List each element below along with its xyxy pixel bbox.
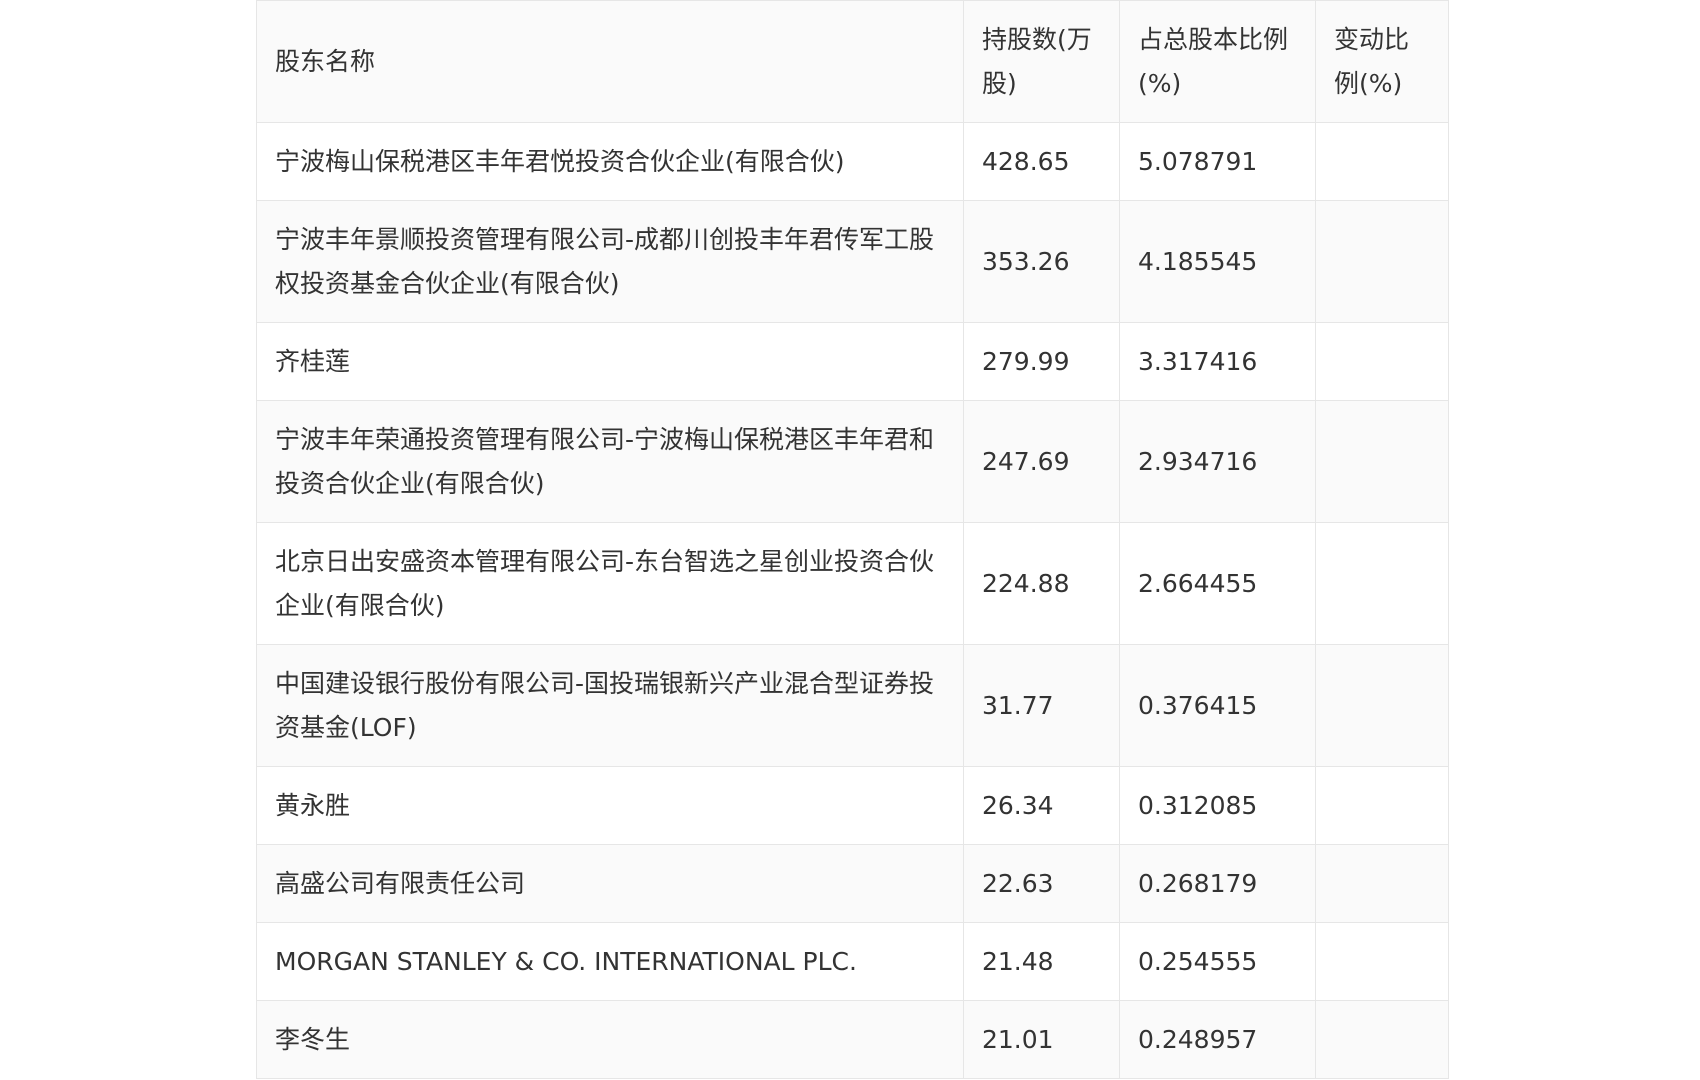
cell-shareholder-name: 中国建设银行股份有限公司-国投瑞银新兴产业混合型证券投资基金(LOF): [256, 644, 964, 767]
table-row: 宁波丰年景顺投资管理有限公司-成都川创投丰年君传军工股权投资基金合伙企业(有限合…: [256, 200, 1449, 323]
cell-change-ratio: [1315, 1000, 1449, 1079]
cell-share-ratio: 0.312085: [1119, 766, 1316, 845]
cell-share-ratio: 0.254555: [1119, 922, 1316, 1001]
cell-share-ratio: 3.317416: [1119, 322, 1316, 401]
cell-change-ratio: [1315, 400, 1449, 523]
cell-change-ratio: [1315, 766, 1449, 845]
cell-share-ratio: 0.248957: [1119, 1000, 1316, 1079]
table-header: 股东名称 持股数(万股) 占总股本比例(%) 变动比例(%): [256, 0, 1449, 123]
table-row: 宁波梅山保税港区丰年君悦投资合伙企业(有限合伙) 428.65 5.078791: [256, 122, 1449, 201]
cell-share-ratio: 5.078791: [1119, 122, 1316, 201]
cell-shares: 224.88: [963, 522, 1120, 645]
table-row: MORGAN STANLEY & CO. INTERNATIONAL PLC. …: [256, 922, 1449, 1001]
table-row: 齐桂莲 279.99 3.317416: [256, 322, 1449, 401]
header-shareholder-name: 股东名称: [256, 0, 964, 123]
cell-shareholder-name: 高盛公司有限责任公司: [256, 844, 964, 923]
table-row: 高盛公司有限责任公司 22.63 0.268179: [256, 844, 1449, 923]
header-shares: 持股数(万股): [963, 0, 1120, 123]
cell-shareholder-name: 李冬生: [256, 1000, 964, 1079]
header-share-ratio: 占总股本比例(%): [1119, 0, 1316, 123]
cell-change-ratio: [1315, 922, 1449, 1001]
cell-shares: 21.48: [963, 922, 1120, 1001]
header-row: 股东名称 持股数(万股) 占总股本比例(%) 变动比例(%): [256, 0, 1449, 123]
cell-shareholder-name: 齐桂莲: [256, 322, 964, 401]
cell-shares: 279.99: [963, 322, 1120, 401]
cell-shares: 353.26: [963, 200, 1120, 323]
shareholder-table-container: 股东名称 持股数(万股) 占总股本比例(%) 变动比例(%) 宁波梅山保税港区丰…: [256, 0, 1449, 1079]
cell-shares: 26.34: [963, 766, 1120, 845]
table-row: 宁波丰年荣通投资管理有限公司-宁波梅山保税港区丰年君和投资合伙企业(有限合伙) …: [256, 400, 1449, 523]
table-row: 中国建设银行股份有限公司-国投瑞银新兴产业混合型证券投资基金(LOF) 31.7…: [256, 644, 1449, 767]
header-change-ratio: 变动比例(%): [1315, 0, 1449, 123]
cell-change-ratio: [1315, 644, 1449, 767]
table-row: 北京日出安盛资本管理有限公司-东台智选之星创业投资合伙企业(有限合伙) 224.…: [256, 522, 1449, 645]
cell-change-ratio: [1315, 200, 1449, 323]
cell-shareholder-name: 黄永胜: [256, 766, 964, 845]
cell-change-ratio: [1315, 122, 1449, 201]
table-row: 黄永胜 26.34 0.312085: [256, 766, 1449, 845]
cell-change-ratio: [1315, 322, 1449, 401]
cell-change-ratio: [1315, 522, 1449, 645]
cell-share-ratio: 4.185545: [1119, 200, 1316, 323]
cell-change-ratio: [1315, 844, 1449, 923]
cell-share-ratio: 2.664455: [1119, 522, 1316, 645]
cell-shares: 31.77: [963, 644, 1120, 767]
cell-shareholder-name: 北京日出安盛资本管理有限公司-东台智选之星创业投资合伙企业(有限合伙): [256, 522, 964, 645]
table-row: 李冬生 21.01 0.248957: [256, 1000, 1449, 1079]
cell-shares: 22.63: [963, 844, 1120, 923]
cell-shareholder-name: MORGAN STANLEY & CO. INTERNATIONAL PLC.: [256, 922, 964, 1001]
cell-share-ratio: 0.268179: [1119, 844, 1316, 923]
cell-shareholder-name: 宁波丰年景顺投资管理有限公司-成都川创投丰年君传军工股权投资基金合伙企业(有限合…: [256, 200, 964, 323]
shareholder-table: 股东名称 持股数(万股) 占总股本比例(%) 变动比例(%) 宁波梅山保税港区丰…: [256, 0, 1449, 1079]
cell-shareholder-name: 宁波丰年荣通投资管理有限公司-宁波梅山保税港区丰年君和投资合伙企业(有限合伙): [256, 400, 964, 523]
cell-shares: 247.69: [963, 400, 1120, 523]
cell-shares: 428.65: [963, 122, 1120, 201]
cell-shares: 21.01: [963, 1000, 1120, 1079]
cell-share-ratio: 0.376415: [1119, 644, 1316, 767]
table-body: 宁波梅山保税港区丰年君悦投资合伙企业(有限合伙) 428.65 5.078791…: [256, 122, 1449, 1079]
cell-shareholder-name: 宁波梅山保税港区丰年君悦投资合伙企业(有限合伙): [256, 122, 964, 201]
cell-share-ratio: 2.934716: [1119, 400, 1316, 523]
